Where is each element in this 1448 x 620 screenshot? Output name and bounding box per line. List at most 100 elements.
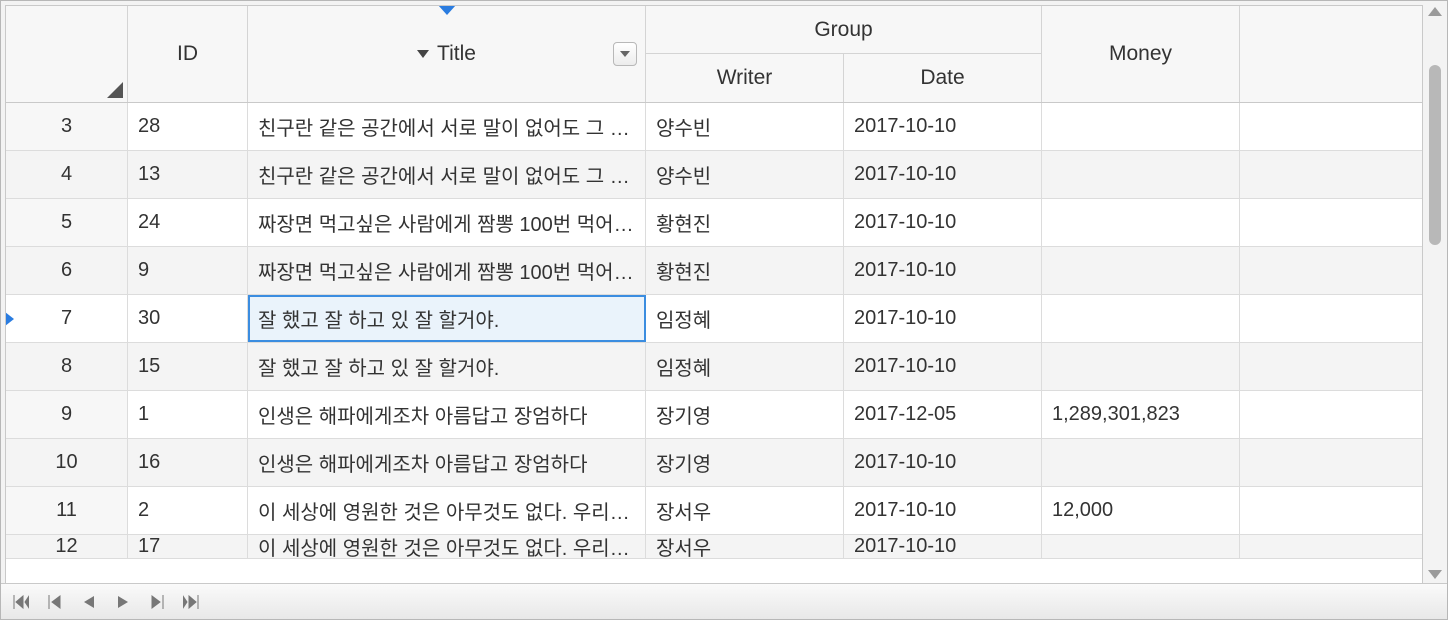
pager-prev-page-button[interactable] (45, 592, 65, 612)
cell-date[interactable]: 2017-10-10 (844, 535, 1042, 558)
cell-extra[interactable] (1240, 247, 1398, 294)
header-id[interactable]: ID (128, 6, 248, 102)
cell-date[interactable]: 2017-10-10 (844, 199, 1042, 246)
pager-first-button[interactable] (11, 592, 31, 612)
table-row[interactable]: 328친구란 같은 공간에서 서로 말이 없어도 그 고요함이 어색하지 않은 … (6, 103, 1422, 151)
cell-money[interactable] (1042, 199, 1240, 246)
table-row[interactable]: 69짜장면 먹고싶은 사람에게 짬뽕 100번 먹어봐야 소용없다황현진2017… (6, 247, 1422, 295)
cell-date[interactable]: 2017-10-10 (844, 247, 1042, 294)
scroll-up-arrow-icon[interactable] (1428, 7, 1442, 16)
cell-writer[interactable]: 임정혜 (646, 343, 844, 390)
cell-writer[interactable]: 장기영 (646, 391, 844, 438)
cell-id[interactable]: 13 (128, 151, 248, 198)
cell-writer[interactable]: 양수빈 (646, 103, 844, 150)
cell-money[interactable] (1042, 535, 1240, 558)
grid-footer (1, 583, 1447, 619)
cell-rownum[interactable]: 12 (6, 535, 128, 558)
cell-id[interactable]: 2 (128, 487, 248, 534)
header-rownum[interactable] (6, 6, 128, 102)
cell-rownum[interactable]: 4 (6, 151, 128, 198)
cell-id[interactable]: 28 (128, 103, 248, 150)
cell-date[interactable]: 2017-10-10 (844, 487, 1042, 534)
table-row[interactable]: 112이 세상에 영원한 것은 아무것도 없다. 우리의 문제들도 마찬가지다.… (6, 487, 1422, 535)
cell-id[interactable]: 15 (128, 343, 248, 390)
cell-rownum[interactable]: 9 (6, 391, 128, 438)
scroll-down-arrow-icon[interactable] (1428, 570, 1442, 579)
cell-title[interactable]: 인생은 해파에게조차 아름답고 장엄하다 (248, 439, 646, 486)
cell-title[interactable]: 이 세상에 영원한 것은 아무것도 없다. 우리의 문제들도 마찬가지다. (248, 487, 646, 534)
cell-extra[interactable] (1240, 343, 1398, 390)
cell-title[interactable]: 잘 했고 잘 하고 있 잘 할거야. (248, 343, 646, 390)
header-writer[interactable]: Writer (646, 54, 844, 102)
cell-extra[interactable] (1240, 151, 1398, 198)
cell-writer[interactable]: 장기영 (646, 439, 844, 486)
cell-money[interactable]: 1,289,301,823 (1042, 391, 1240, 438)
pager-next-page-button[interactable] (147, 592, 167, 612)
cell-extra[interactable] (1240, 295, 1398, 342)
cell-date[interactable]: 2017-10-10 (844, 151, 1042, 198)
header-money[interactable]: Money (1042, 6, 1240, 102)
cell-rownum[interactable]: 10 (6, 439, 128, 486)
cell-date[interactable]: 2017-12-05 (844, 391, 1042, 438)
header-title[interactable]: Title (248, 6, 646, 102)
table-row[interactable]: 815잘 했고 잘 하고 있 잘 할거야.임정혜2017-10-10 (6, 343, 1422, 391)
cell-id[interactable]: 24 (128, 199, 248, 246)
cell-writer[interactable]: 황현진 (646, 199, 844, 246)
cell-id[interactable]: 16 (128, 439, 248, 486)
table-row[interactable]: 1217이 세상에 영원한 것은 아무것도 없다. 우리의 문제들도 마찬가지다… (6, 535, 1422, 559)
cell-id[interactable]: 9 (128, 247, 248, 294)
cell-rownum[interactable]: 5 (6, 199, 128, 246)
cell-title[interactable]: 친구란 같은 공간에서 서로 말이 없어도 그 고요함이 어색하지 않은 관계 (248, 103, 646, 150)
cell-id[interactable]: 17 (128, 535, 248, 558)
cell-money[interactable] (1042, 295, 1240, 342)
cell-extra[interactable] (1240, 199, 1398, 246)
cell-money[interactable] (1042, 247, 1240, 294)
cell-money[interactable] (1042, 151, 1240, 198)
table-row[interactable]: 524짜장면 먹고싶은 사람에게 짬뽕 100번 먹어봐야 소용없다황현진201… (6, 199, 1422, 247)
cell-date[interactable]: 2017-10-10 (844, 295, 1042, 342)
header-extra[interactable] (1240, 6, 1398, 102)
scroll-thumb[interactable] (1429, 65, 1441, 245)
cell-extra[interactable] (1240, 391, 1398, 438)
cell-extra[interactable] (1240, 535, 1398, 558)
cell-rownum[interactable]: 11 (6, 487, 128, 534)
cell-title[interactable]: 친구란 같은 공간에서 서로 말이 없어도 그 고요함이 어색하지 않은 관계 (248, 151, 646, 198)
cell-date[interactable]: 2017-10-10 (844, 439, 1042, 486)
cell-money[interactable] (1042, 103, 1240, 150)
vertical-scrollbar[interactable] (1425, 5, 1445, 581)
cell-extra[interactable] (1240, 439, 1398, 486)
cell-writer[interactable]: 임정혜 (646, 295, 844, 342)
cell-money[interactable] (1042, 343, 1240, 390)
cell-writer[interactable]: 양수빈 (646, 151, 844, 198)
cell-title[interactable]: 이 세상에 영원한 것은 아무것도 없다. 우리의 문제들도 마찬가지다. (248, 535, 646, 558)
table-row[interactable]: 413친구란 같은 공간에서 서로 말이 없어도 그 고요함이 어색하지 않은 … (6, 151, 1422, 199)
cell-rownum[interactable]: 7 (6, 295, 128, 342)
header-date[interactable]: Date (844, 54, 1042, 102)
header-group-top[interactable]: Group (646, 6, 1042, 54)
cell-rownum[interactable]: 8 (6, 343, 128, 390)
cell-id[interactable]: 1 (128, 391, 248, 438)
cell-writer[interactable]: 황현진 (646, 247, 844, 294)
cell-title[interactable]: 인생은 해파에게조차 아름답고 장엄하다 (248, 391, 646, 438)
cell-rownum[interactable]: 3 (6, 103, 128, 150)
cell-money[interactable]: 12,000 (1042, 487, 1240, 534)
table-row[interactable]: 91인생은 해파에게조차 아름답고 장엄하다장기영2017-12-051,289… (6, 391, 1422, 439)
cell-title[interactable]: 짜장면 먹고싶은 사람에게 짬뽕 100번 먹어봐야 소용없다 (248, 199, 646, 246)
pager-last-button[interactable] (181, 592, 201, 612)
cell-date[interactable]: 2017-10-10 (844, 343, 1042, 390)
cell-writer[interactable]: 장서우 (646, 487, 844, 534)
cell-extra[interactable] (1240, 103, 1398, 150)
cell-date[interactable]: 2017-10-10 (844, 103, 1042, 150)
cell-extra[interactable] (1240, 487, 1398, 534)
cell-title[interactable]: 잘 했고 잘 하고 있 잘 할거야. (248, 295, 646, 342)
cell-rownum[interactable]: 6 (6, 247, 128, 294)
cell-title[interactable]: 짜장면 먹고싶은 사람에게 짬뽕 100번 먹어봐야 소용없다 (248, 247, 646, 294)
cell-id[interactable]: 30 (128, 295, 248, 342)
pager-prev-button[interactable] (79, 592, 99, 612)
cell-money[interactable] (1042, 439, 1240, 486)
cell-writer[interactable]: 장서우 (646, 535, 844, 558)
pager-next-button[interactable] (113, 592, 133, 612)
title-filter-button[interactable] (613, 42, 637, 66)
table-row[interactable]: 1016인생은 해파에게조차 아름답고 장엄하다장기영2017-10-10 (6, 439, 1422, 487)
table-row[interactable]: 730잘 했고 잘 하고 있 잘 할거야.임정혜2017-10-10 (6, 295, 1422, 343)
